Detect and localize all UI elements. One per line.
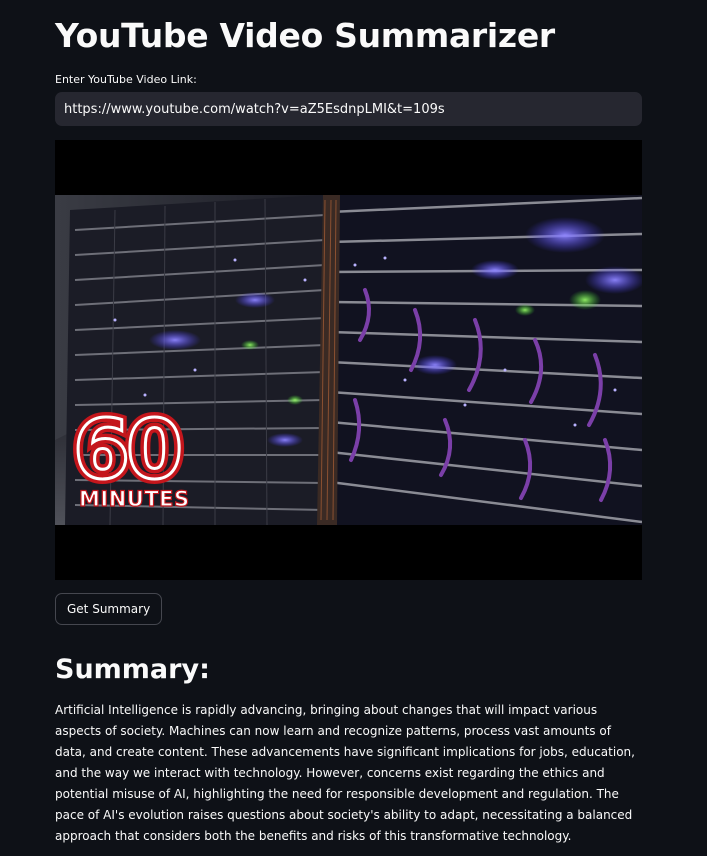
app-page: YouTube Video Summarizer Enter YouTube V… (0, 0, 707, 856)
logo-word: MINUTES (79, 487, 190, 511)
summary-text: Artificial Intelligence is rapidly advan… (55, 703, 635, 843)
summary-heading: Summary: (55, 654, 210, 685)
video-link-label: Enter YouTube Video Link: (55, 73, 197, 86)
sixty-minutes-logo: 60 60 MINUTES (68, 398, 190, 512)
video-player[interactable]: 60 60 MINUTES (55, 140, 642, 580)
video-thumbnail: 60 60 MINUTES (55, 195, 642, 526)
logo-number: 60 (73, 403, 180, 498)
page-title: YouTube Video Summarizer (55, 16, 555, 55)
get-summary-button[interactable]: Get Summary (55, 593, 163, 625)
video-link-input[interactable] (55, 92, 642, 126)
